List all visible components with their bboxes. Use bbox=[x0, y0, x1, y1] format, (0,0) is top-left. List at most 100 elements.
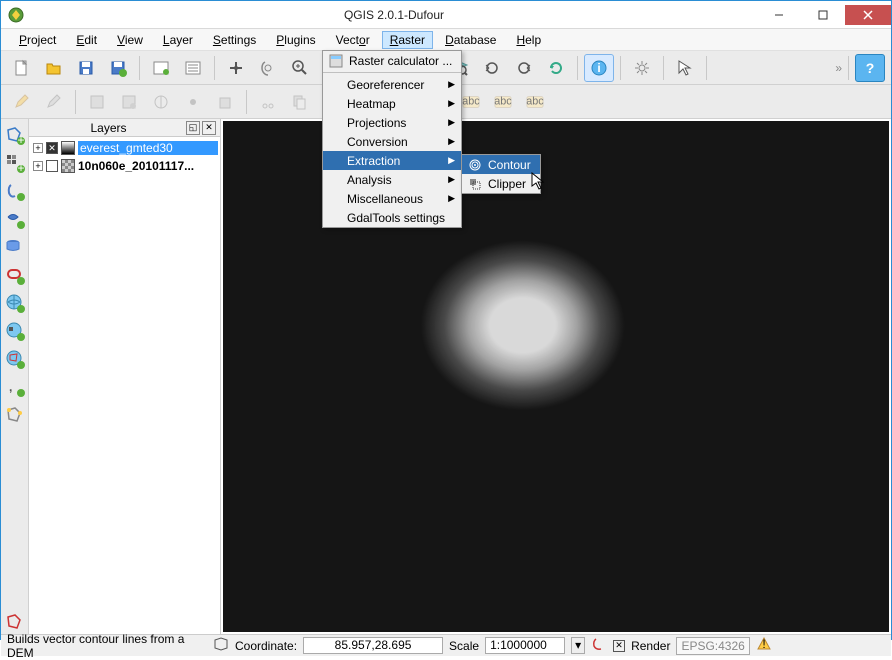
identify-button[interactable]: i bbox=[584, 54, 614, 82]
clipper-item[interactable]: Clipper bbox=[462, 174, 540, 193]
menu-item-label: Analysis bbox=[347, 173, 392, 187]
add-wms-layer-button[interactable] bbox=[3, 291, 27, 315]
menu-item-label: Heatmap bbox=[347, 97, 396, 111]
submenu-arrow-icon: ▶ bbox=[448, 98, 455, 109]
menu-item-label: Projections bbox=[347, 116, 406, 130]
refresh-button[interactable] bbox=[541, 54, 571, 82]
save-edits-button[interactable] bbox=[82, 88, 112, 116]
select-button[interactable] bbox=[670, 54, 700, 82]
close-panel-button[interactable]: ✕ bbox=[202, 121, 216, 135]
status-hint: Builds vector contour lines from a DEM bbox=[7, 632, 207, 660]
menu-plugins[interactable]: Plugins bbox=[268, 31, 323, 49]
menu-edit[interactable]: Edit bbox=[68, 31, 105, 49]
heatmap-item[interactable]: Heatmap ▶ bbox=[323, 94, 461, 113]
zoom-in-button[interactable] bbox=[285, 54, 315, 82]
minimize-button[interactable] bbox=[757, 5, 801, 25]
add-feature-button[interactable] bbox=[114, 88, 144, 116]
edit-pencil-button[interactable] bbox=[39, 88, 69, 116]
submenu-arrow-icon: ▶ bbox=[448, 136, 455, 147]
gps-button[interactable] bbox=[3, 610, 27, 634]
pan-to-selection-button[interactable] bbox=[253, 54, 283, 82]
layers-panel-title: Layers bbox=[33, 121, 184, 135]
svg-text:i: i bbox=[597, 61, 600, 75]
layer-name[interactable]: everest_gmted30 bbox=[78, 141, 218, 155]
miscellaneous-item[interactable]: Miscellaneous▶ bbox=[323, 189, 461, 208]
toggle-extents-button[interactable] bbox=[213, 636, 229, 655]
add-mssql-layer-button[interactable] bbox=[3, 235, 27, 259]
gdaltools-item[interactable]: GdalTools settings bbox=[323, 208, 461, 227]
add-vector-layer-button[interactable]: + bbox=[3, 123, 27, 147]
new-project-button[interactable] bbox=[7, 54, 37, 82]
menu-item-label: Georeferencer bbox=[347, 78, 424, 92]
menu-item-label: Conversion bbox=[347, 135, 408, 149]
node-tool-button[interactable] bbox=[178, 88, 208, 116]
layer-name[interactable]: 10n060e_20101117... bbox=[78, 159, 194, 173]
conversion-item[interactable]: Conversion ▶ bbox=[323, 132, 461, 151]
contour-item[interactable]: Contour bbox=[462, 155, 540, 174]
add-oracle-layer-button[interactable] bbox=[3, 263, 27, 287]
composer-manager-button[interactable] bbox=[178, 54, 208, 82]
crs-button[interactable]: EPSG:4326 bbox=[676, 637, 749, 655]
open-project-button[interactable] bbox=[39, 54, 69, 82]
expand-icon[interactable]: + bbox=[33, 161, 43, 171]
help-button[interactable]: ? bbox=[855, 54, 885, 82]
label-abc6-button[interactable]: abc bbox=[520, 88, 550, 116]
projections-item[interactable]: Projections▶ bbox=[323, 113, 461, 132]
menu-layer[interactable]: Layer bbox=[155, 31, 201, 49]
add-spatialite-layer-button[interactable] bbox=[3, 207, 27, 231]
menu-view[interactable]: View bbox=[109, 31, 151, 49]
delete-selected-button[interactable] bbox=[210, 88, 240, 116]
copy-button[interactable] bbox=[285, 88, 315, 116]
analysis-item[interactable]: Analysis ▶ bbox=[323, 170, 461, 189]
cut-button[interactable] bbox=[253, 88, 283, 116]
render-checkbox[interactable]: ✕ bbox=[613, 640, 625, 652]
zoom-next-button[interactable] bbox=[509, 54, 539, 82]
raster-calculator-item[interactable]: Raster calculator ... bbox=[323, 51, 461, 70]
layer-row[interactable]: + ✕ everest_gmted30 bbox=[31, 139, 218, 157]
stop-render-button[interactable] bbox=[591, 636, 607, 655]
maximize-button[interactable] bbox=[801, 5, 845, 25]
messages-button[interactable]: ! bbox=[756, 636, 772, 655]
svg-text:+: + bbox=[17, 161, 24, 173]
save-project-button[interactable] bbox=[71, 54, 101, 82]
edit-toggle-button[interactable] bbox=[7, 88, 37, 116]
menu-settings[interactable]: Settings bbox=[205, 31, 264, 49]
menu-help[interactable]: Help bbox=[508, 31, 549, 49]
add-postgis-layer-button[interactable] bbox=[3, 179, 27, 203]
titlebar: QGIS 2.0.1-Dufour bbox=[1, 1, 891, 29]
add-wfs-layer-button[interactable] bbox=[3, 347, 27, 371]
layer-row[interactable]: + 10n060e_20101117... bbox=[31, 157, 218, 175]
checkbox-icon[interactable] bbox=[46, 160, 58, 172]
extraction-item[interactable]: Extraction▶ bbox=[323, 151, 461, 170]
move-feature-button[interactable] bbox=[146, 88, 176, 116]
statusbar: Builds vector contour lines from a DEM C… bbox=[1, 634, 891, 656]
svg-text:!: ! bbox=[762, 637, 765, 651]
expand-icon[interactable]: + bbox=[33, 143, 43, 153]
menu-item-label: Raster calculator ... bbox=[349, 54, 452, 68]
layers-tree[interactable]: + ✕ everest_gmted30 + 10n060e_20101117..… bbox=[29, 137, 220, 634]
undock-button[interactable]: ◱ bbox=[186, 121, 200, 135]
add-raster-layer-button[interactable]: + bbox=[3, 151, 27, 175]
georeferencer-item[interactable]: Georeferencer▶ bbox=[323, 75, 461, 94]
menu-database[interactable]: Database bbox=[437, 31, 504, 49]
new-shapefile-button[interactable] bbox=[3, 403, 27, 427]
submenu-arrow-icon: ▶ bbox=[448, 174, 455, 185]
scale-label: Scale bbox=[449, 639, 479, 653]
checkbox-icon[interactable]: ✕ bbox=[46, 142, 58, 154]
zoom-last-button[interactable] bbox=[477, 54, 507, 82]
window-title: QGIS 2.0.1-Dufour bbox=[31, 8, 757, 22]
pan-button[interactable] bbox=[221, 54, 251, 82]
submenu-arrow-icon: ▶ bbox=[448, 155, 455, 166]
save-as-button[interactable] bbox=[103, 54, 133, 82]
render-label: Render bbox=[631, 639, 670, 653]
menu-raster[interactable]: Raster bbox=[382, 31, 433, 49]
add-wcs-layer-button[interactable] bbox=[3, 319, 27, 343]
menu-vector[interactable]: Vector bbox=[328, 31, 378, 49]
settings-button[interactable] bbox=[627, 54, 657, 82]
add-delimited-button[interactable]: , bbox=[3, 375, 27, 399]
menu-project[interactable]: Project bbox=[11, 31, 64, 49]
close-button[interactable] bbox=[845, 5, 891, 25]
svg-text:+: + bbox=[17, 133, 24, 145]
label-abc5-button[interactable]: abc bbox=[488, 88, 518, 116]
composer-button[interactable] bbox=[146, 54, 176, 82]
